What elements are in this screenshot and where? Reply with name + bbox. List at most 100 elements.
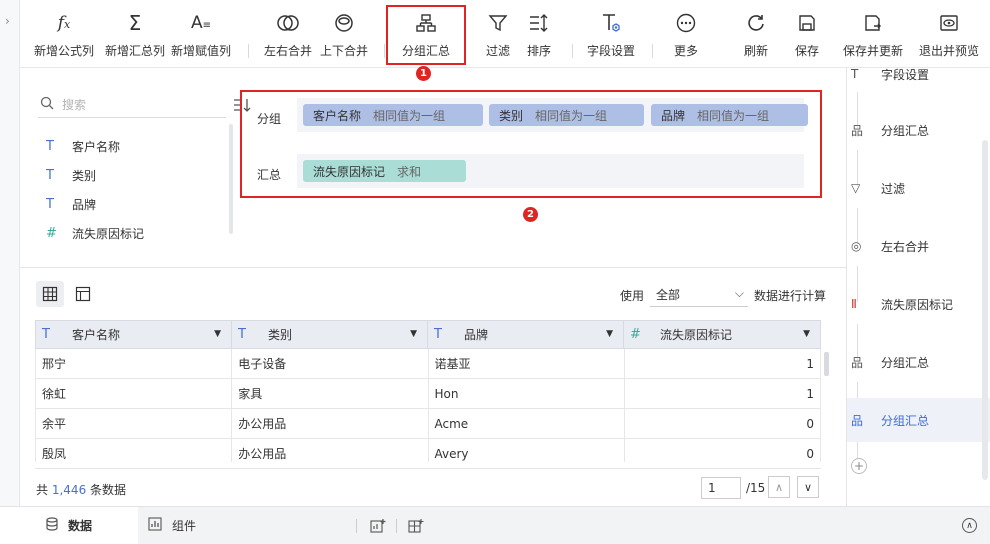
refresh-button[interactable]: 刷新 — [736, 0, 776, 66]
filter-icon: ▽ — [851, 181, 861, 195]
table-cell[interactable]: 邢宁 — [36, 349, 233, 378]
group-config-area: 分组 客户名称 相同值为一组 类别 相同值为一组 品牌 相同值为一组 汇总 流失… — [240, 90, 822, 198]
sort-button[interactable]: 排序 — [521, 0, 557, 66]
number-type-icon: # — [630, 327, 641, 342]
table-cell[interactable]: 0 — [625, 409, 821, 438]
table-cell[interactable]: 家具 — [232, 379, 429, 408]
text-type-icon: T — [42, 327, 50, 342]
column-header[interactable]: T 类别 ▼ — [232, 321, 428, 348]
step-filter[interactable]: ▽ 过滤 — [847, 166, 990, 210]
field-item[interactable]: T 客户名称 — [46, 132, 144, 161]
field-panel: 搜索 T 客户名称 T 类别 T 品牌 # 流失原因标记 — [20, 68, 251, 266]
table-cell[interactable]: Acme — [429, 409, 625, 438]
field-item[interactable]: T 品牌 — [46, 190, 144, 219]
table-cell[interactable]: 电子设备 — [232, 349, 429, 378]
add-summary-column-button[interactable]: Σ 新增汇总列 — [102, 0, 168, 66]
merge-horizontal-icon — [276, 12, 300, 34]
field-search-input[interactable]: 搜索 — [38, 94, 226, 118]
use-label: 使用 — [620, 289, 645, 303]
page-number-input[interactable]: 1 — [701, 477, 741, 499]
dropdown-icon[interactable]: ▼ — [214, 329, 221, 339]
total-count: 共 1,446 条数据 — [36, 483, 127, 497]
exit-preview-icon — [939, 12, 959, 34]
table-cell[interactable]: 徐虹 — [36, 379, 233, 408]
step-group-summary[interactable]: 品 分组汇总 — [847, 108, 990, 152]
column-header[interactable]: # 流失原因标记 ▼ — [624, 321, 820, 348]
table-row[interactable]: 余平 办公用品 Acme 0 — [35, 409, 821, 439]
refresh-icon — [746, 12, 766, 34]
add-formula-column-button[interactable]: fx 新增公式列 — [26, 0, 102, 66]
tab-divider — [356, 519, 357, 533]
step-merge-horizontal[interactable]: ◎ 左右合并 — [847, 224, 990, 268]
table-cell[interactable]: 诺基亚 — [429, 349, 625, 378]
dropdown-icon[interactable]: ▼ — [410, 329, 417, 339]
annotation-badge-2: 2 — [523, 207, 538, 222]
table-cell[interactable]: 1 — [625, 379, 821, 408]
table-cell[interactable]: 余平 — [36, 409, 233, 438]
dropdown-icon[interactable]: ▼ — [803, 329, 810, 339]
toolbar: fx 新增公式列 Σ 新增汇总列 A≡ 新增赋值列 左右合并 上下合并 分组汇总… — [20, 0, 990, 68]
field-item[interactable]: # 流失原因标记 — [46, 219, 144, 248]
summary-field-chip[interactable]: 流失原因标记 求和 — [303, 160, 466, 182]
group-row-label: 分组 — [257, 112, 282, 126]
table-scrollbar[interactable] — [824, 352, 829, 376]
group-field-chip[interactable]: 客户名称 相同值为一组 — [303, 104, 483, 126]
save-button[interactable]: 保存 — [787, 0, 827, 66]
dropdown-icon[interactable]: ▼ — [606, 329, 613, 339]
table-row[interactable]: 邢宁 电子设备 诺基亚 1 — [35, 349, 821, 379]
column-header[interactable]: T 客户名称 ▼ — [36, 321, 232, 348]
calc-label: 数据进行计算 — [754, 289, 827, 303]
tab-data[interactable]: 数据 — [0, 507, 138, 544]
add-dashboard-icon[interactable] — [370, 518, 386, 537]
bottom-tab-bar: 数据 组件 ∧ — [0, 506, 990, 544]
step-field-settings[interactable]: T 字段设置 — [847, 52, 990, 96]
merge-horizontal-button[interactable]: 左右合并 — [258, 0, 318, 66]
data-table: T 客户名称 ▼ T 类别 ▼ T 品牌 ▼ # 流失原因标记 ▼ 邢宁 电子设备 诺基亚 1 … — [35, 320, 821, 469]
column-header[interactable]: T 品牌 ▼ — [428, 321, 624, 348]
step-group-summary-active[interactable]: 品 分组汇总 — [847, 398, 990, 442]
next-page-button[interactable]: ∨ — [797, 476, 819, 498]
chevron-up-icon: ∧ — [966, 520, 973, 531]
field-panel-scrollbar[interactable] — [229, 124, 233, 234]
toolbar-divider — [652, 44, 653, 58]
annotation-highlight-box — [386, 5, 466, 65]
table-cell[interactable]: Hon — [429, 379, 625, 408]
add-assign-column-button[interactable]: A≡ 新增赋值列 — [168, 0, 234, 66]
annotation-badge-1: 1 — [416, 66, 431, 81]
app-root: › fx 新增公式列 Σ 新增汇总列 A≡ 新增赋值列 左右合并 上下合并 分组… — [0, 0, 990, 544]
table-header: T 客户名称 ▼ T 类别 ▼ T 品牌 ▼ # 流失原因标记 ▼ — [35, 320, 821, 349]
section-divider — [20, 267, 846, 268]
group-summary-icon: 品 — [851, 355, 864, 370]
left-collapsed-strip[interactable]: › — [0, 0, 20, 506]
tab-component[interactable]: 组件 — [148, 507, 228, 544]
table-clip-edge — [35, 462, 821, 468]
group-drop-zone[interactable]: 客户名称 相同值为一组 类别 相同值为一组 品牌 相同值为一组 — [297, 98, 808, 132]
step-group-summary[interactable]: 品 分组汇总 — [847, 340, 990, 384]
collapse-panel-button[interactable]: ∧ — [962, 518, 977, 533]
more-button[interactable]: 更多 — [666, 0, 706, 66]
sort-icon — [528, 12, 550, 34]
text-type-icon: T — [46, 197, 54, 212]
chevron-right-icon[interactable]: › — [5, 14, 10, 28]
prev-page-button[interactable]: ∧ — [768, 476, 790, 498]
add-step-button[interactable]: + — [851, 458, 867, 474]
step-connector — [857, 442, 858, 458]
group-field-chip[interactable]: 类别 相同值为一组 — [489, 104, 644, 126]
field-item[interactable]: T 类别 — [46, 161, 144, 190]
step-churn-flag[interactable]: Ⅱ 流失原因标记 — [847, 282, 990, 326]
steps-panel-scrollbar[interactable] — [982, 140, 988, 480]
table-view-button[interactable] — [36, 281, 64, 307]
layout-view-button[interactable] — [69, 281, 97, 307]
merge-vertical-icon — [334, 12, 354, 34]
table-row[interactable]: 徐虹 家具 Hon 1 — [35, 379, 821, 409]
field-settings-button[interactable]: 字段设置 — [581, 0, 641, 66]
add-component-icon[interactable] — [408, 518, 424, 537]
merge-vertical-button[interactable]: 上下合并 — [314, 0, 374, 66]
filter-button[interactable]: 过滤 — [480, 0, 516, 66]
table-cell[interactable]: 办公用品 — [232, 409, 429, 438]
data-scope-select[interactable]: 全部 ⌵ — [650, 281, 748, 307]
chevron-up-icon: ∧ — [774, 480, 784, 494]
summary-drop-zone[interactable]: 流失原因标记 求和 — [297, 154, 804, 188]
table-cell[interactable]: 1 — [625, 349, 821, 378]
group-field-chip[interactable]: 品牌 相同值为一组 — [651, 104, 808, 126]
